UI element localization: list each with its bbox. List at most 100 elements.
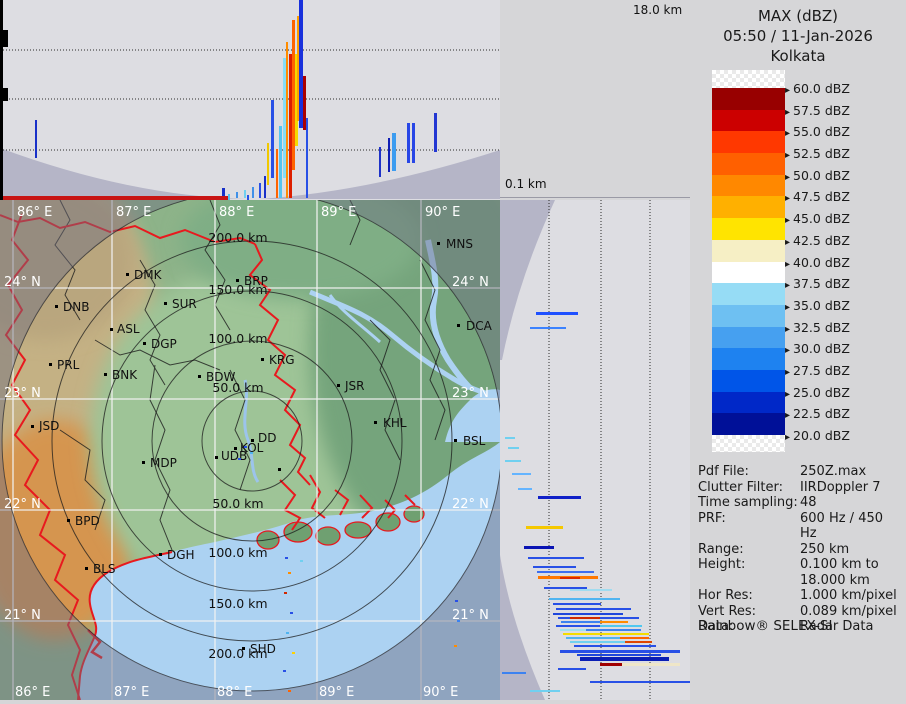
city-label: JSD bbox=[38, 419, 59, 433]
city-dot bbox=[49, 363, 52, 366]
metadata-row: Height: 0.100 km to 18.000 km bbox=[698, 557, 903, 588]
scale-tick-text: 20.0 dBZ bbox=[793, 428, 850, 444]
scale-tick-text: 25.0 dBZ bbox=[793, 384, 850, 400]
metadata-label: Time sampling: bbox=[698, 495, 798, 510]
echo-bar bbox=[533, 566, 576, 568]
echo-speck bbox=[457, 620, 460, 622]
metadata-row: Range: 250 km bbox=[698, 542, 903, 558]
city-dot bbox=[337, 384, 340, 387]
echo-bar bbox=[625, 641, 652, 643]
echo-bar bbox=[434, 113, 437, 152]
city-label: BPD bbox=[75, 514, 100, 528]
latitude-label-left: 22° N bbox=[4, 497, 41, 512]
city-label: BNK bbox=[112, 368, 138, 382]
city-label: KHL bbox=[383, 416, 407, 430]
scale-tick-label: ▸ 50.0 dBZ bbox=[785, 168, 905, 183]
metadata-label: Clutter Filter: bbox=[698, 479, 783, 495]
software-brand: Rainbow® SELEX-SI bbox=[698, 618, 833, 634]
scale-out-of-range-swatch bbox=[712, 435, 785, 452]
echo-speck bbox=[284, 592, 287, 594]
city-dot bbox=[454, 439, 457, 442]
longitude-label-bottom: 87° E bbox=[114, 685, 149, 700]
scale-tick-text: 37.5 dBZ bbox=[793, 276, 850, 292]
metadata-row: Pdf File: 250Z.max bbox=[698, 464, 903, 480]
echo-bar bbox=[407, 123, 410, 163]
echo-speck bbox=[300, 560, 303, 562]
height-gridlines bbox=[0, 49, 500, 151]
echo-bar bbox=[530, 690, 560, 692]
city-dot bbox=[126, 273, 129, 276]
city-dot bbox=[104, 373, 107, 376]
echo-bar bbox=[600, 625, 642, 627]
echo-bar bbox=[600, 621, 628, 623]
city-label: BLS bbox=[93, 562, 116, 576]
echo-bar bbox=[518, 488, 532, 490]
metadata-label: Height: bbox=[698, 557, 746, 572]
echo-bar bbox=[306, 118, 308, 198]
scale-color-swatch bbox=[712, 369, 785, 392]
echo-bar bbox=[586, 629, 641, 631]
echo-bar bbox=[412, 123, 415, 163]
scale-tick-label: ▸ 42.5 dBZ bbox=[785, 233, 905, 248]
latitude-label-right: 23° N bbox=[452, 386, 489, 401]
scale-tick-arrow-icon: ▸ bbox=[785, 323, 791, 335]
city-dot bbox=[110, 328, 113, 331]
city-label: DGH bbox=[167, 548, 195, 562]
city-label: DGP bbox=[151, 337, 177, 351]
product-metadata: Pdf File: 250Z.max Clutter Filter: IIRDoppl… bbox=[698, 464, 903, 635]
echo-bar bbox=[570, 617, 600, 619]
side-panel-top-border bbox=[500, 197, 695, 198]
metadata-label: Pdf File: bbox=[698, 464, 749, 479]
metadata-value: 0.089 km/pixel bbox=[800, 603, 897, 619]
echo-bar bbox=[505, 437, 515, 439]
longitude-label-bottom: 90° E bbox=[423, 685, 458, 700]
scale-tick-text: 47.5 dBZ bbox=[793, 189, 850, 205]
echo-bar bbox=[560, 629, 586, 631]
city-dot bbox=[278, 468, 281, 471]
echo-bar bbox=[505, 460, 521, 462]
scale-color-swatch bbox=[712, 153, 785, 175]
scale-out-of-range-swatch bbox=[712, 70, 785, 88]
city-dot bbox=[215, 456, 218, 459]
echo-bar bbox=[556, 608, 631, 610]
latitude-label-left: 21° N bbox=[4, 608, 41, 623]
city-dot bbox=[67, 519, 70, 522]
range-ring-label: 100.0 km bbox=[208, 545, 267, 560]
scale-tick-label: ▸ 32.5 dBZ bbox=[785, 320, 905, 335]
scale-color-swatch bbox=[712, 174, 785, 197]
echo-speck bbox=[290, 612, 293, 614]
echo-bar bbox=[560, 650, 680, 653]
scale-tick-text: 30.0 dBZ bbox=[793, 341, 850, 357]
scale-tick-label: ▸ 40.0 dBZ bbox=[785, 255, 905, 270]
top-profile-background bbox=[0, 49, 500, 199]
side-height-profile-panel bbox=[500, 200, 700, 700]
echo-bar bbox=[537, 571, 594, 573]
scale-tick-text: 22.5 dBZ bbox=[793, 406, 850, 422]
radar-map: 86° E 86° E 87° E 87° E 88° E 88° E 89° E 89° E… bbox=[0, 150, 550, 701]
city-dot bbox=[198, 375, 201, 378]
echo-speck bbox=[244, 446, 247, 448]
metadata-label: Hor Res: bbox=[698, 588, 753, 603]
scale-color-swatch bbox=[712, 131, 785, 154]
echo-speck bbox=[285, 557, 288, 559]
latitude-label-left: 23° N bbox=[4, 386, 41, 401]
city-label: SHD bbox=[250, 642, 276, 656]
scale-tick-label: ▸ 22.5 dBZ bbox=[785, 406, 905, 422]
echo-speck bbox=[288, 690, 291, 692]
scale-tick-text: 55.0 dBZ bbox=[793, 124, 850, 140]
scale-color-swatch bbox=[712, 304, 785, 327]
height-axis-min-label: 0.1 km bbox=[505, 177, 547, 191]
city-dot bbox=[143, 342, 146, 345]
echo-bar bbox=[600, 663, 622, 666]
scale-tick-arrow-icon: ▸ bbox=[785, 106, 791, 118]
city-dot bbox=[31, 425, 34, 428]
city-label: SUR bbox=[172, 297, 197, 311]
metadata-row: Clutter Filter: IIRDoppler 7 bbox=[698, 480, 903, 496]
city-label: BRP bbox=[244, 274, 268, 288]
echo-speck bbox=[250, 452, 253, 454]
city-dot bbox=[242, 647, 245, 650]
scale-color-swatch bbox=[712, 218, 785, 240]
scale-tick-label: ▸ 47.5 dBZ bbox=[785, 189, 905, 205]
longitude-label-top: 90° E bbox=[425, 205, 460, 220]
color-scale bbox=[712, 70, 785, 452]
